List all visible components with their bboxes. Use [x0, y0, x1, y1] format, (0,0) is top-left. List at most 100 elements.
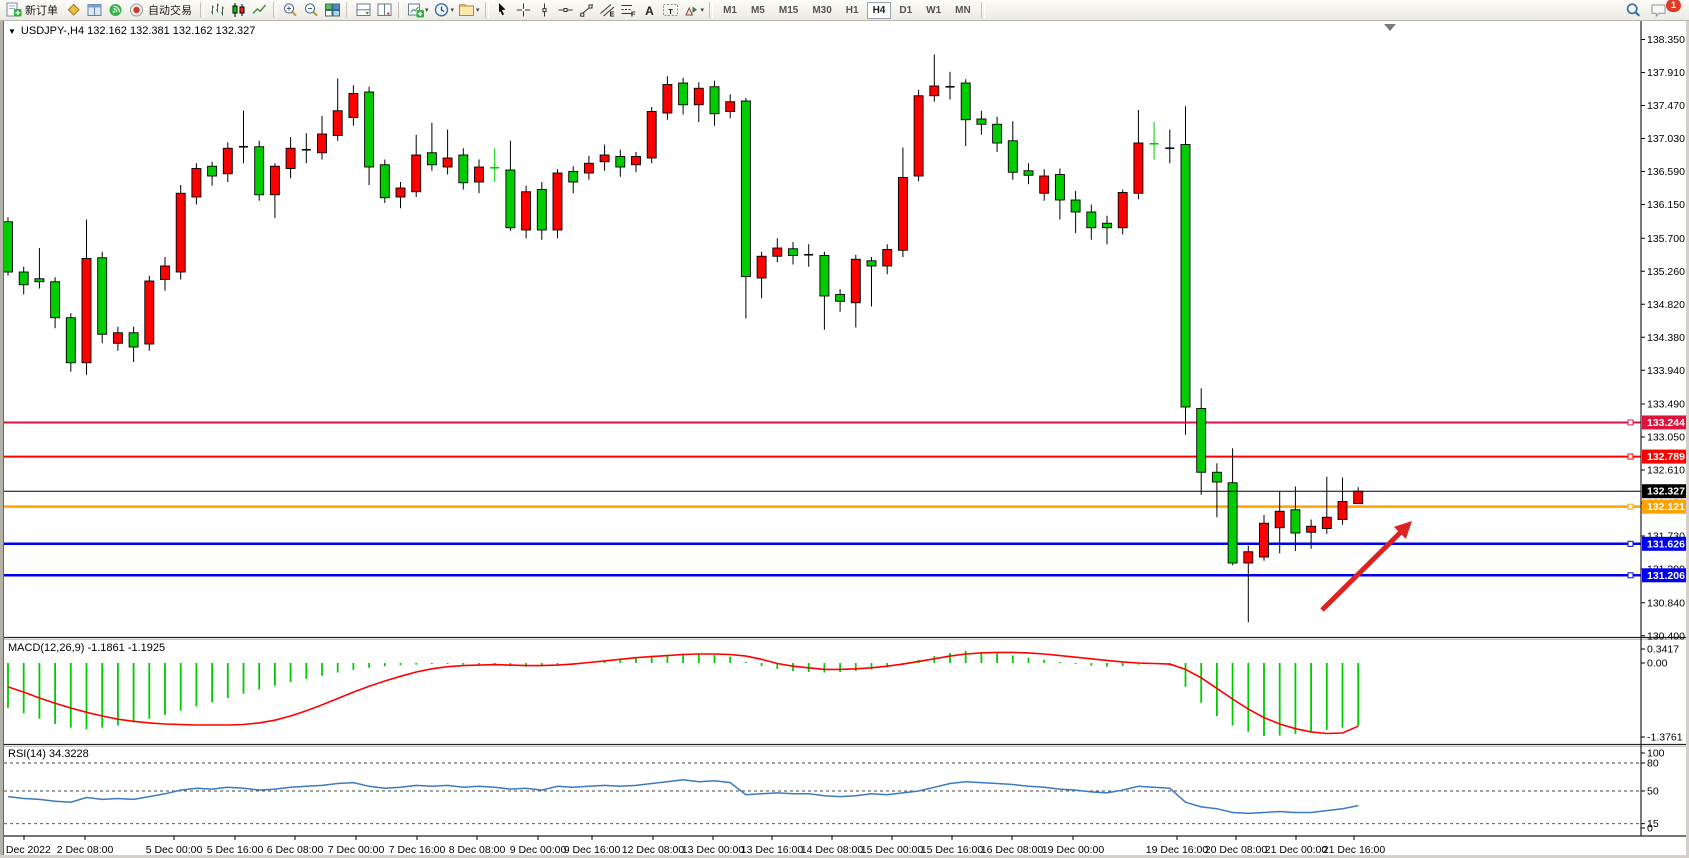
timeframe-button-mn[interactable]: MN — [949, 2, 977, 19]
price-axis-tick-label: 138.350 — [1647, 34, 1685, 46]
cursor-tool-button[interactable] — [492, 1, 513, 20]
rsi-axis-label: 80 — [1647, 758, 1659, 770]
time-axis-label: 9 Dec 16:00 — [564, 844, 621, 856]
candle — [35, 248, 44, 289]
candles-chart-button[interactable] — [228, 1, 249, 20]
new-order-button[interactable]: 新订单 — [3, 1, 63, 20]
one-click-trading-toggle-icon[interactable]: ▼ — [8, 27, 16, 36]
timeframe-button-h4[interactable]: H4 — [867, 2, 892, 19]
timeframe-button-m1[interactable]: M1 — [717, 2, 743, 19]
candle — [679, 78, 688, 115]
horizontal-line-tool-button[interactable] — [555, 1, 576, 20]
timeframe-button-m15[interactable]: M15 — [773, 2, 804, 19]
toolbar-separator — [273, 2, 277, 18]
horizontal-line-object[interactable] — [4, 504, 1641, 509]
timeframe-button-m5[interactable]: M5 — [745, 2, 771, 19]
trendline-tool-button[interactable] — [576, 1, 597, 20]
price-axis-tick-label: 136.590 — [1647, 166, 1685, 178]
data-window-button[interactable] — [84, 1, 105, 20]
search-button[interactable] — [1623, 1, 1644, 20]
candle — [176, 185, 185, 280]
horizontal-line-object[interactable] — [4, 573, 1641, 578]
price-axis[interactable]: 138.350137.910137.470137.030136.590136.1… — [1641, 34, 1685, 642]
dropdown-caret-icon[interactable]: ▾ — [476, 6, 480, 14]
autotrade-icon — [128, 2, 145, 18]
candle — [51, 277, 60, 328]
candle — [506, 141, 515, 231]
horizontal-line-object[interactable] — [4, 541, 1641, 546]
candlestick-chart[interactable]: 138.350137.910137.470137.030136.590136.1… — [0, 0, 1689, 858]
timeframe-button-m30[interactable]: M30 — [806, 2, 837, 19]
cascade-windows-button[interactable] — [374, 1, 395, 20]
timeframe-button-d1[interactable]: D1 — [893, 2, 918, 19]
line-chart-button[interactable] — [249, 1, 270, 20]
dropdown-caret-icon[interactable]: ▾ — [451, 6, 455, 14]
candle — [741, 98, 750, 319]
candle — [789, 242, 798, 265]
chart-title-text: USDJPY-,H4 132.162 132.381 132.162 132.3… — [21, 25, 255, 37]
zoom-in-button[interactable] — [280, 1, 301, 20]
text-label-tool-button[interactable]: T — [660, 1, 681, 20]
fibo-letter: F — [630, 10, 635, 19]
fibonacci-tool-button[interactable]: F — [618, 1, 639, 20]
candle — [318, 116, 327, 160]
text-tool-button[interactable]: A — [639, 1, 660, 20]
chart-shift-marker-icon[interactable] — [1384, 24, 1396, 31]
crosshair-tool-button[interactable] — [513, 1, 534, 20]
candle — [914, 90, 923, 182]
market-watch-button[interactable] — [63, 1, 84, 20]
svg-text:131.626: 131.626 — [1647, 538, 1685, 550]
template-button[interactable]: ▾ — [456, 1, 482, 20]
timeframe-button-w1[interactable]: W1 — [920, 2, 947, 19]
vertical-line-tool-button[interactable] — [534, 1, 555, 20]
arrange-windows-button[interactable] — [353, 1, 374, 20]
tile-windows-icon — [324, 2, 341, 18]
new-chart-button[interactable]: ▾ — [405, 1, 431, 20]
time-axis[interactable]: 1 Dec 20222 Dec 08:005 Dec 00:005 Dec 16… — [0, 836, 1385, 856]
trend-arrow-annotation[interactable] — [1322, 521, 1412, 610]
arrows-tool-button[interactable]: ▾ — [681, 1, 707, 20]
candle — [1181, 106, 1190, 435]
signals-button[interactable] — [105, 1, 126, 20]
tile-windows-button[interactable] — [322, 1, 343, 20]
equidistant-channel-tool-button[interactable]: E — [597, 1, 618, 20]
svg-text:132.121: 132.121 — [1647, 501, 1685, 513]
macd-axis-label: 0.3417 — [1647, 644, 1679, 656]
candle — [1244, 546, 1253, 623]
candle — [490, 148, 499, 182]
price-axis-tick-label: 137.470 — [1647, 100, 1685, 112]
svg-text:131.206: 131.206 — [1647, 570, 1685, 582]
horizontal-line-objects — [4, 420, 1641, 578]
chart-title-bar[interactable]: ▼ USDJPY-,H4 132.162 132.381 132.162 132… — [8, 25, 255, 37]
candle — [1228, 448, 1237, 565]
bars-chart-button[interactable] — [207, 1, 228, 20]
text-icon: A — [641, 2, 658, 18]
candle — [380, 160, 389, 204]
dropdown-caret-icon[interactable]: ▾ — [425, 6, 429, 14]
time-axis-label: 5 Dec 00:00 — [146, 844, 203, 856]
autotrade-button[interactable]: 自动交易 — [126, 1, 197, 20]
horizontal-line-object[interactable] — [4, 454, 1641, 459]
timeframe-button-h1[interactable]: H1 — [840, 2, 865, 19]
candle — [98, 252, 107, 344]
candle — [1008, 121, 1017, 180]
horizontal-line-object[interactable] — [4, 420, 1641, 425]
line-price-badge: 132.789 — [1642, 450, 1689, 464]
zoom-out-button[interactable] — [301, 1, 322, 20]
toolbar-right-group: 1 — [1623, 1, 1689, 20]
candle — [113, 327, 122, 351]
dropdown-caret-icon[interactable]: ▾ — [701, 6, 705, 14]
arrange-right-icon — [376, 2, 393, 18]
candle — [946, 72, 955, 100]
price-axis-tick-label: 137.030 — [1647, 133, 1685, 145]
candle — [1150, 122, 1159, 160]
period-selector-button[interactable]: ▾ — [431, 1, 457, 20]
crosshair-icon — [515, 2, 532, 18]
cursor-icon — [494, 2, 511, 18]
text-letter: A — [645, 4, 654, 18]
channel-icon: E — [599, 2, 616, 18]
autotrade-button-label: 自动交易 — [148, 2, 192, 18]
candle — [208, 162, 217, 186]
candles-chart-icon — [230, 2, 247, 18]
price-axis-tick-label: 133.490 — [1647, 399, 1685, 411]
